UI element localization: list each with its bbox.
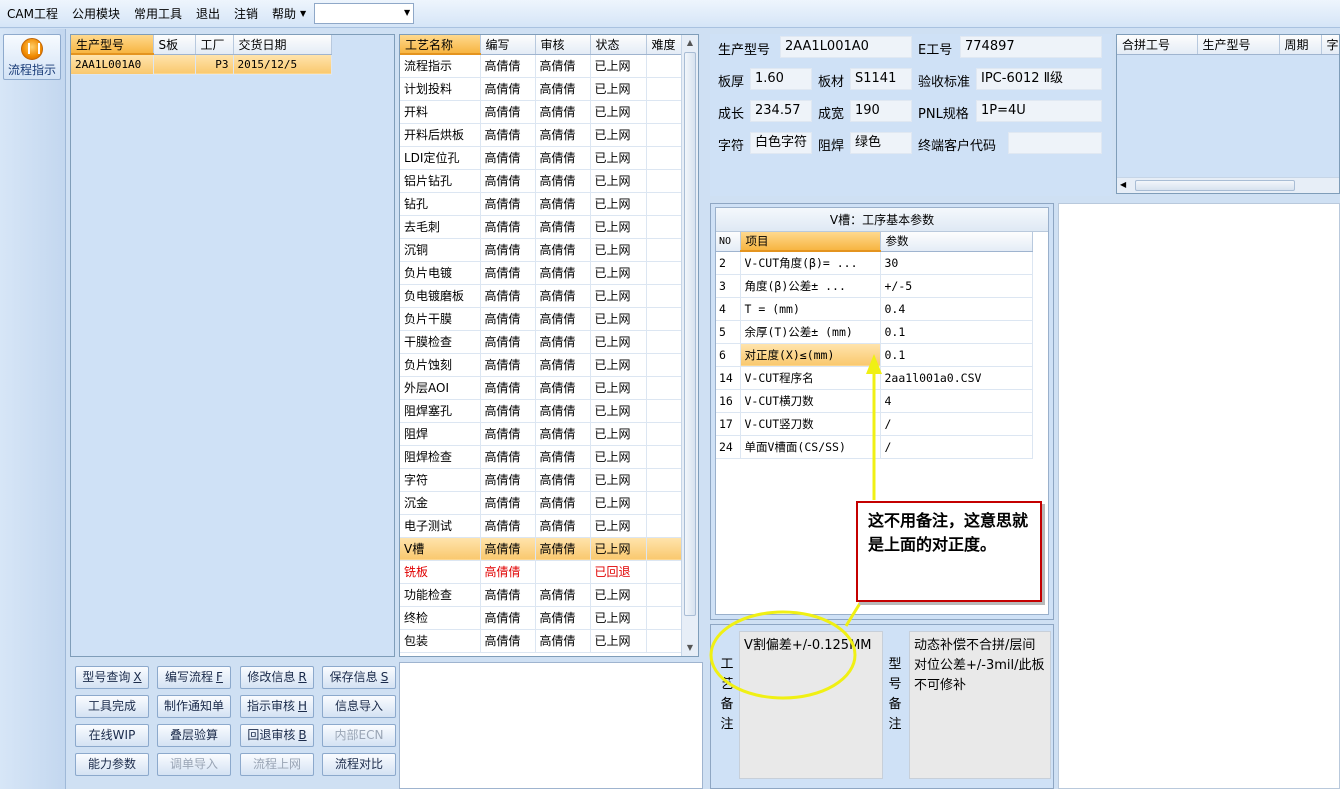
annotation-line	[844, 599, 864, 627]
annotation-overlay	[709, 354, 882, 700]
annotation-arrowhead	[866, 354, 882, 374]
annotation-ellipse	[709, 610, 857, 700]
annotation-callout: 这不用备注，这意思就是上面的对正度。	[856, 501, 1042, 602]
